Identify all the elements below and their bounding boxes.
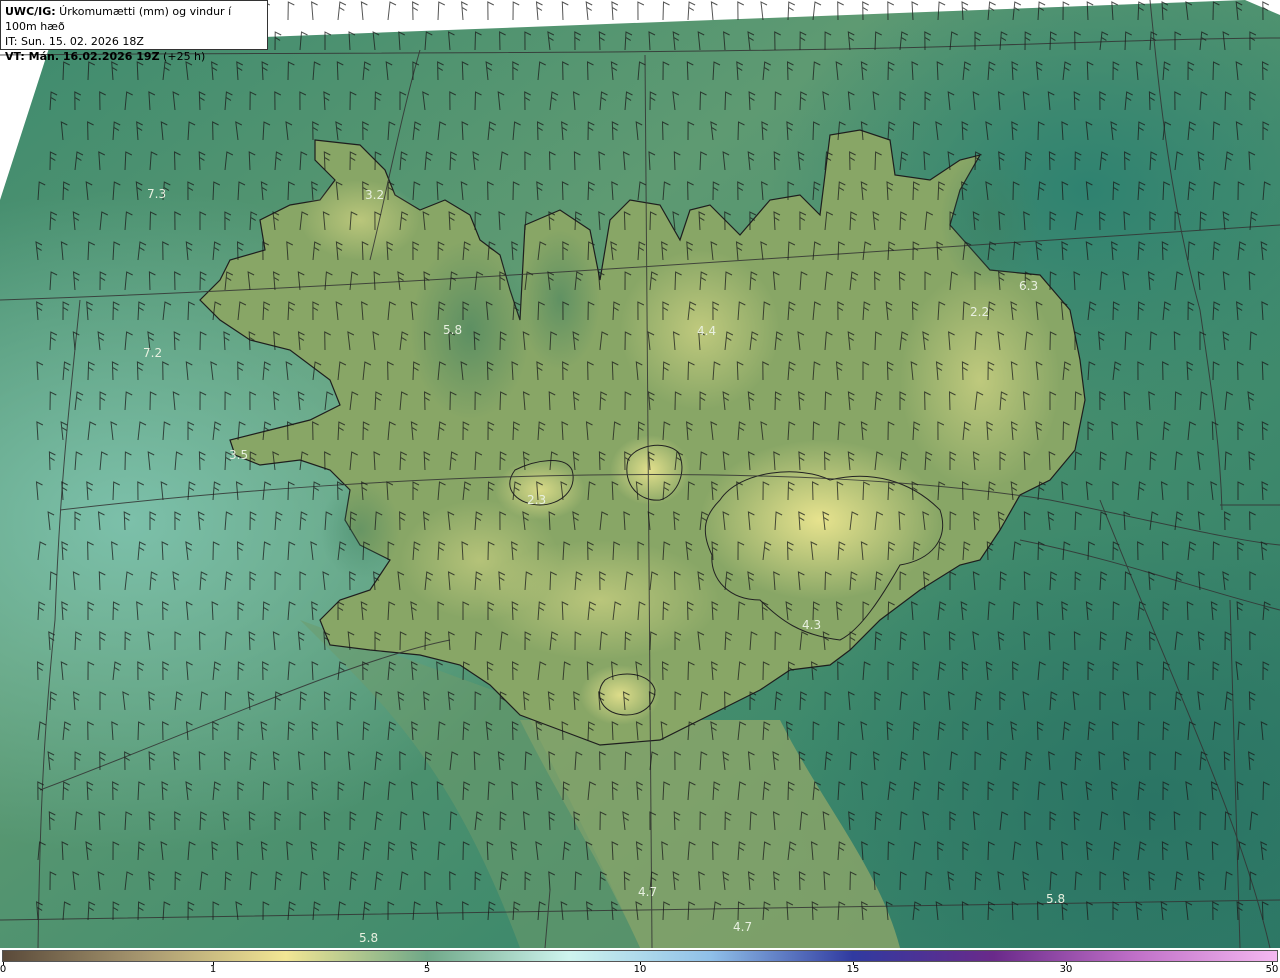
colorbar-tick-mark xyxy=(1066,962,1067,965)
map-label: 3.2 xyxy=(365,188,384,202)
colorbar-tick-label: 50 xyxy=(1265,964,1279,975)
colorbar-legend: 0 1 5 10 15 30 50 xyxy=(0,948,1280,978)
map-label: 4.3 xyxy=(802,618,821,632)
colorbar-tick-mark xyxy=(640,962,641,965)
colorbar-tick-label: 30 xyxy=(1059,964,1073,975)
map-label: 3.5 xyxy=(229,448,248,462)
map-title-box: UWC/IG: Úrkomumætti (mm) og vindur í 100… xyxy=(0,0,268,63)
map-label: 7.3 xyxy=(147,187,166,201)
title-line-2: IT: Sun. 15. 02. 2026 18Z xyxy=(5,35,144,48)
colorbar-tick-mark xyxy=(213,962,214,965)
map-label: 6.3 xyxy=(1019,279,1038,293)
precipitation-map: 7.3 3.2 5.8 7.2 3.5 2.3 4.4 6.3 2.2 4.3 … xyxy=(0,0,1280,948)
map-label: 4.4 xyxy=(697,324,716,338)
colorbar-tick-label: 0 xyxy=(0,964,7,975)
map-label: 5.8 xyxy=(443,323,462,337)
colorbar-tick-label: 15 xyxy=(846,964,860,975)
map-label: 4.7 xyxy=(733,920,752,934)
map-label: 5.8 xyxy=(1046,892,1065,906)
title-line-3: VT: Mán. 16.02.2026 19Z (+25 h) xyxy=(5,50,206,63)
colorbar-tick-mark xyxy=(853,962,854,965)
colorbar-tick-label: 10 xyxy=(633,964,647,975)
colorbar-strip xyxy=(2,950,1278,962)
colorbar-tick-label: 1 xyxy=(209,964,217,975)
map-label: 5.8 xyxy=(359,931,378,945)
colorbar-tick-label: 5 xyxy=(423,964,431,975)
colorbar-tick-mark xyxy=(427,962,428,965)
colorbar-tick-mark xyxy=(1272,962,1273,965)
map-label: 7.2 xyxy=(143,346,162,360)
colorbar-tick-mark xyxy=(3,962,4,965)
map-label: 2.2 xyxy=(970,305,989,319)
title-line-1: UWC/IG: Úrkomumætti (mm) og vindur í 100… xyxy=(5,5,232,33)
weather-map-view: 7.3 3.2 5.8 7.2 3.5 2.3 4.4 6.3 2.2 4.3 … xyxy=(0,0,1280,978)
map-label: 2.3 xyxy=(527,493,546,507)
map-label: 4.7 xyxy=(638,885,657,899)
